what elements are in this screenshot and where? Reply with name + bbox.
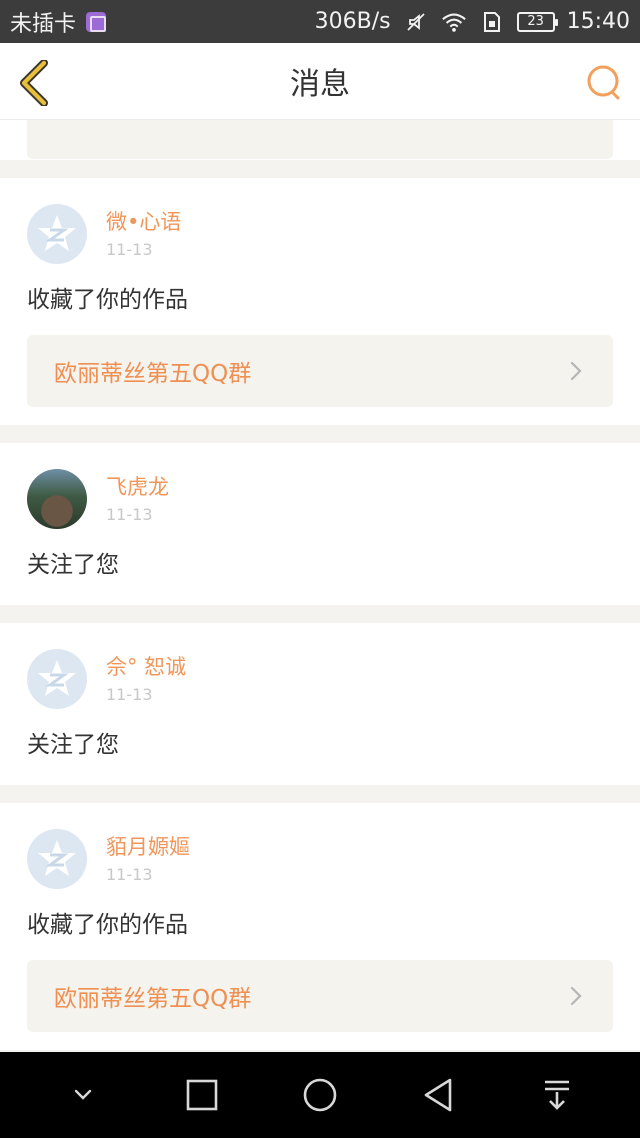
message-date: 11-13 xyxy=(106,685,153,704)
status-bar: 未插卡 306B/s 23 15:40 xyxy=(0,0,640,43)
wifi-icon xyxy=(441,11,467,33)
message-date: 11-13 xyxy=(106,240,153,259)
chevron-left-icon xyxy=(20,60,48,106)
user-name[interactable]: 貊月嫄嫗 xyxy=(106,833,190,861)
chevron-right-icon xyxy=(566,986,586,1006)
avatar[interactable] xyxy=(27,469,87,529)
message-date: 11-13 xyxy=(106,505,153,524)
recents-button[interactable] xyxy=(172,1065,232,1125)
avatar[interactable] xyxy=(27,829,87,889)
qzone-star-icon xyxy=(38,215,76,251)
battery-icon: 23 xyxy=(516,11,558,32)
message-date: 11-13 xyxy=(106,865,153,884)
user-name[interactable]: 微•心语 xyxy=(106,208,181,236)
chevron-down-icon xyxy=(74,1089,92,1100)
message-action-text: 收藏了你的作品 xyxy=(27,287,188,313)
search-icon xyxy=(587,65,620,100)
message-card-partial xyxy=(0,120,640,160)
user-name[interactable]: 佘° 恕诚 xyxy=(106,653,186,681)
sim-card-icon xyxy=(479,11,505,33)
work-link-box[interactable]: 欧丽蒂丝第五QQ群 xyxy=(27,335,613,407)
triangle-back-icon xyxy=(425,1078,452,1112)
avatar[interactable] xyxy=(27,204,87,264)
hide-nav-button[interactable] xyxy=(53,1065,113,1125)
user-name[interactable]: 飞虎龙 xyxy=(106,473,169,501)
network-speed: 306B/s xyxy=(314,9,391,34)
message-card: 佘° 恕诚 11-13 关注了您 xyxy=(0,623,640,785)
system-navigation-bar xyxy=(0,1052,640,1138)
message-card: 貊月嫄嫗 11-13 收藏了你的作品 欧丽蒂丝第五QQ群 xyxy=(0,803,640,1050)
qzone-star-icon xyxy=(38,840,76,876)
avatar[interactable] xyxy=(27,649,87,709)
back-nav-button[interactable] xyxy=(408,1065,468,1125)
message-card: 飞虎龙 11-13 关注了您 xyxy=(0,443,640,605)
square-icon xyxy=(186,1079,217,1111)
back-button[interactable] xyxy=(14,59,54,107)
pull-down-icon xyxy=(544,1080,569,1110)
work-link-box-partial[interactable] xyxy=(27,120,613,159)
message-list[interactable]: 微•心语 11-13 收藏了你的作品 欧丽蒂丝第五QQ群 飞虎龙 11-13 关… xyxy=(0,120,640,1052)
work-link-label: 欧丽蒂丝第五QQ群 xyxy=(54,361,252,387)
home-button[interactable] xyxy=(290,1065,350,1125)
circle-icon xyxy=(303,1078,337,1112)
message-card: 微•心语 11-13 收藏了你的作品 欧丽蒂丝第五QQ群 xyxy=(0,178,640,425)
carrier-text: 未插卡 xyxy=(10,11,77,37)
message-action-text: 收藏了你的作品 xyxy=(27,912,188,938)
work-link-box[interactable]: 欧丽蒂丝第五QQ群 xyxy=(27,960,613,1032)
page-title: 消息 xyxy=(290,67,350,102)
qzone-star-icon xyxy=(38,660,76,696)
gallery-notification-icon xyxy=(86,11,107,32)
message-action-text: 关注了您 xyxy=(27,552,119,578)
work-link-label: 欧丽蒂丝第五QQ群 xyxy=(54,986,252,1012)
search-button[interactable] xyxy=(584,62,624,102)
battery-level: 23 xyxy=(527,14,544,29)
mute-icon xyxy=(403,11,429,33)
top-navigation-bar: 消息 xyxy=(0,43,640,120)
clock: 15:40 xyxy=(566,9,630,34)
chevron-right-icon xyxy=(566,361,586,381)
notification-pulldown-button[interactable] xyxy=(527,1065,587,1125)
message-action-text: 关注了您 xyxy=(27,732,119,758)
